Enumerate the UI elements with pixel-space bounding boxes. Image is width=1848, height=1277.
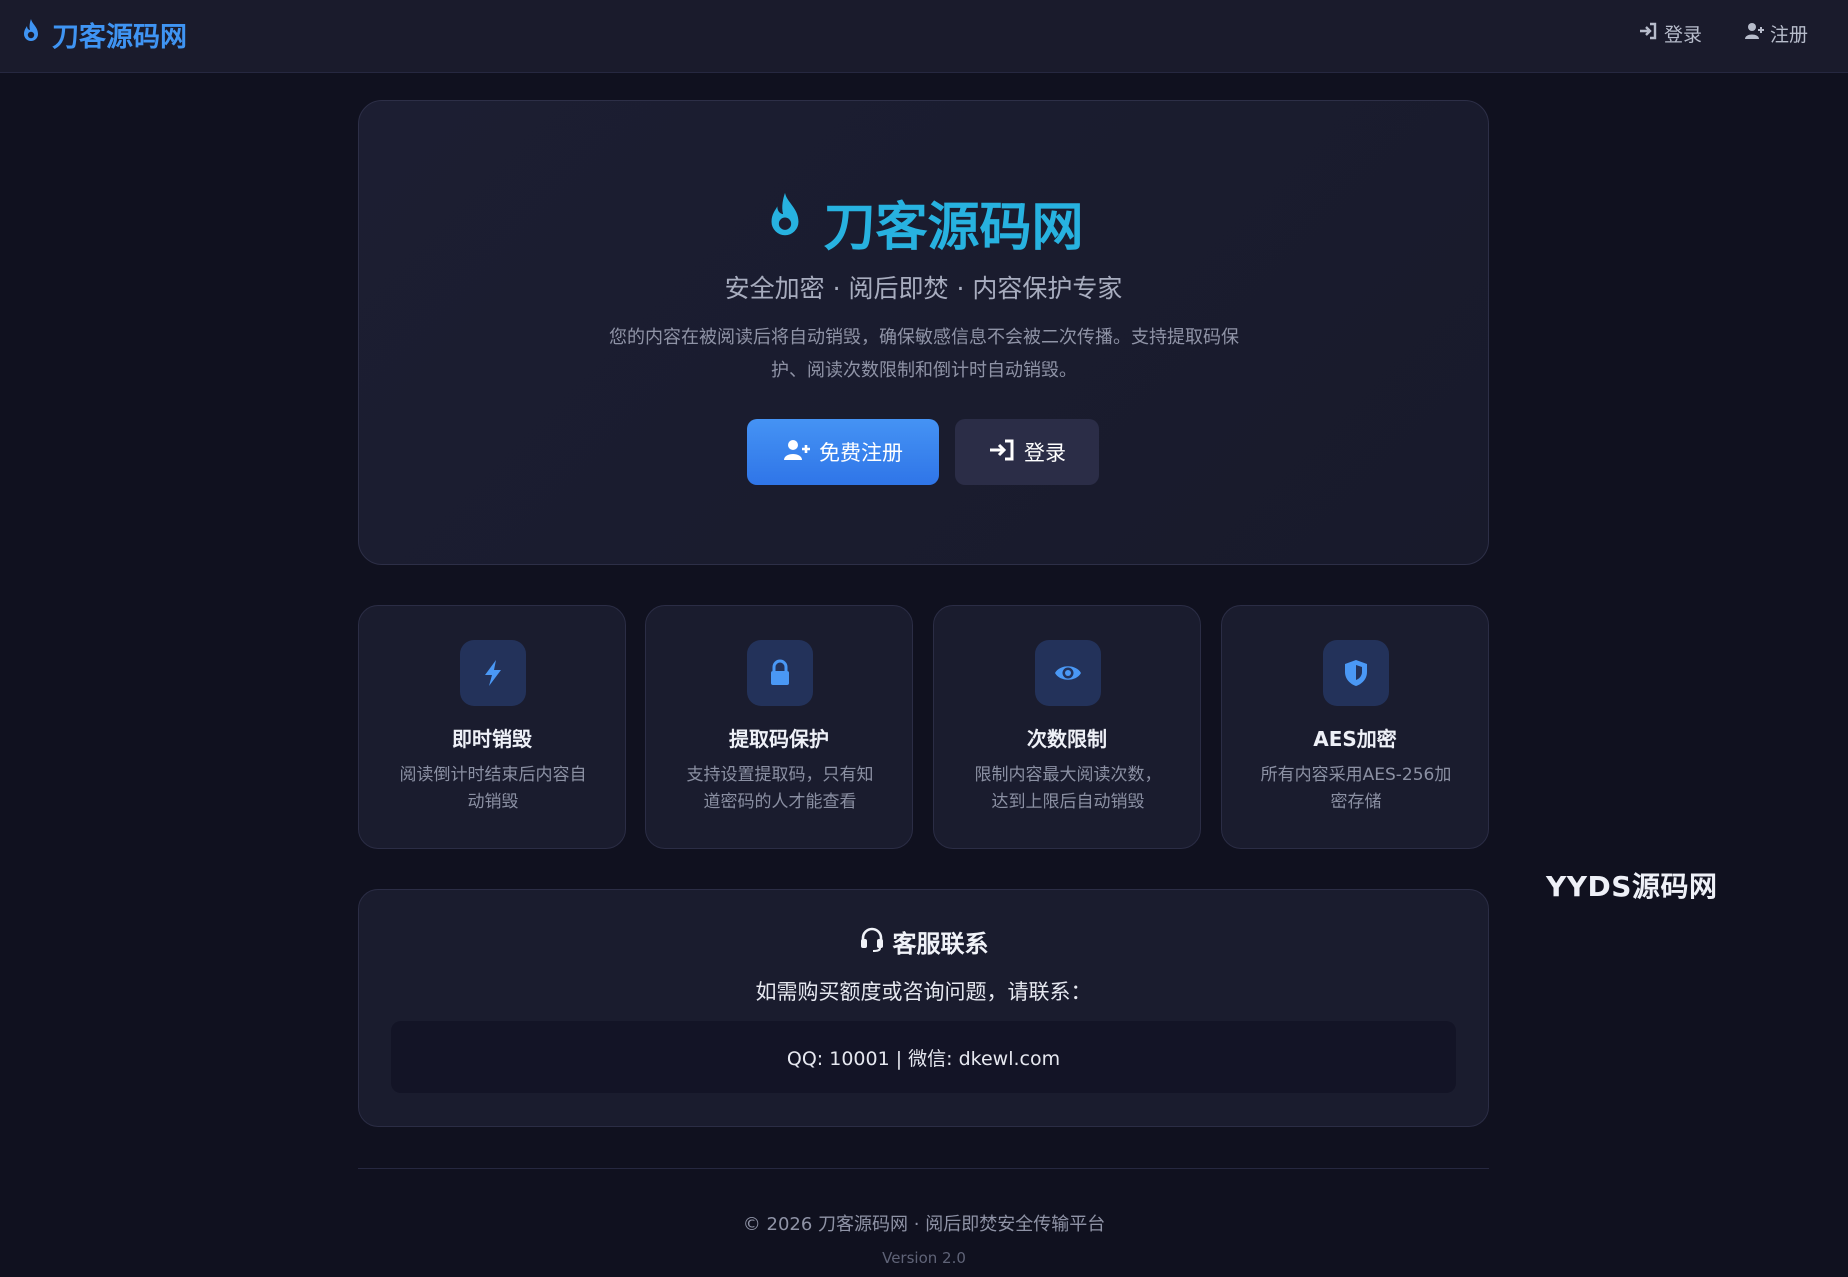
contact-text: 如需购买额度或咨询问题，请联系： — [755, 980, 1092, 1004]
feature-desc: 支持设置提取码，只有知道密码的人才能查看 — [686, 765, 874, 812]
feature-card-aes: AES加密 所有内容采用AES-256加密存储 — [1221, 605, 1489, 849]
login-icon — [988, 438, 1016, 467]
lock-icon — [747, 640, 813, 706]
top-nav: 登录 注册 — [1638, 20, 1808, 47]
nav-login-label: 登录 — [1663, 24, 1702, 46]
nav-login[interactable]: 登录 — [1638, 20, 1702, 47]
flame-icon — [763, 191, 807, 254]
shield-icon — [1323, 640, 1389, 706]
footer-copyright: © 2026 刀客源码网 · 阅后即焚安全传输平台 — [742, 1214, 1106, 1235]
contact-info: QQ: 10001 | 微信: dkewl.com — [391, 1021, 1456, 1093]
login-button[interactable]: 登录 — [955, 419, 1099, 485]
feature-desc: 阅读倒计时结束后内容自动销毁 — [399, 765, 587, 812]
user-plus-icon — [1744, 21, 1764, 46]
features-grid: 即时销毁 阅读倒计时结束后内容自动销毁 提取码保护 支持设置提取码，只有知道密码… — [358, 605, 1489, 849]
brand-logo[interactable]: 刀客源码网 — [20, 17, 187, 53]
feature-card-instant-destroy: 即时销毁 阅读倒计时结束后内容自动销毁 — [358, 605, 626, 849]
hero-card: 刀客源码网 安全加密 · 阅后即焚 · 内容保护专家 您的内容在被阅读后将自动销… — [358, 100, 1489, 565]
feature-card-code-protect: 提取码保护 支持设置提取码，只有知道密码的人才能查看 — [645, 605, 913, 849]
feature-card-read-limit: 次数限制 限制内容最大阅读次数，达到上限后自动销毁 — [933, 605, 1201, 849]
feature-desc: 限制内容最大阅读次数，达到上限后自动销毁 — [974, 765, 1162, 812]
feature-title: 即时销毁 — [452, 727, 532, 751]
feature-title: 次数限制 — [1027, 727, 1107, 751]
flame-icon — [20, 18, 42, 51]
feature-title: AES加密 — [1313, 727, 1397, 751]
footer-version: Version 2.0 — [882, 1249, 966, 1267]
bolt-icon — [460, 640, 526, 706]
hero-title: 刀客源码网 — [359, 191, 1488, 258]
footer-divider — [358, 1168, 1489, 1169]
headset-icon — [859, 926, 885, 958]
eye-icon — [1035, 640, 1101, 706]
login-icon — [1638, 21, 1658, 46]
hero-subtitle: 安全加密 · 阅后即焚 · 内容保护专家 — [724, 274, 1123, 303]
top-navbar: 刀客源码网 登录 注册 — [0, 0, 1848, 73]
hero-description: 您的内容在被阅读后将自动销毁，确保敏感信息不会被二次传播。支持提取码保护、阅读次… — [609, 327, 1239, 381]
watermark: YYDS源码网 — [1546, 870, 1718, 903]
register-button-label: 免费注册 — [819, 441, 903, 465]
hero-title-text: 刀客源码网 — [823, 197, 1084, 258]
brand-name: 刀客源码网 — [52, 21, 187, 53]
user-plus-icon — [783, 438, 811, 467]
register-button[interactable]: 免费注册 — [747, 419, 939, 485]
contact-title-text: 客服联系 — [892, 930, 989, 958]
login-button-label: 登录 — [1024, 441, 1066, 465]
feature-desc: 所有内容采用AES-256加密存储 — [1260, 765, 1452, 812]
contact-title: 客服联系 — [359, 924, 1488, 959]
nav-register-label: 注册 — [1769, 24, 1808, 46]
feature-title: 提取码保护 — [729, 727, 829, 751]
nav-register[interactable]: 注册 — [1744, 20, 1808, 47]
contact-card: 客服联系 如需购买额度或咨询问题，请联系： QQ: 10001 | 微信: dk… — [358, 889, 1489, 1127]
